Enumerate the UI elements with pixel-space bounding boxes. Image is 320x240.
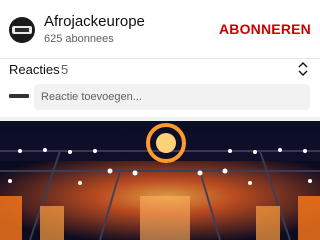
unfold-more-icon[interactable]	[297, 61, 309, 77]
comment-input-row	[0, 82, 320, 112]
video-thumbnail[interactable]	[0, 121, 320, 240]
user-avatar	[9, 92, 29, 100]
channel-logo-icon	[12, 26, 32, 34]
comments-title: Reacties	[9, 62, 60, 77]
comments-count: 5	[61, 62, 69, 77]
channel-row: Afrojackeurope 625 abonnees ABONNEREN	[0, 0, 320, 58]
stage-image	[0, 121, 320, 240]
subscribe-button[interactable]: ABONNEREN	[219, 21, 311, 37]
user-avatar-logo-icon	[9, 94, 29, 98]
comment-input[interactable]	[34, 84, 310, 110]
channel-name[interactable]: Afrojackeurope	[44, 13, 145, 30]
comments-header[interactable]: Reacties 5	[0, 58, 320, 80]
channel-avatar[interactable]	[9, 17, 35, 43]
subscriber-count: 625 abonnees	[44, 33, 114, 45]
